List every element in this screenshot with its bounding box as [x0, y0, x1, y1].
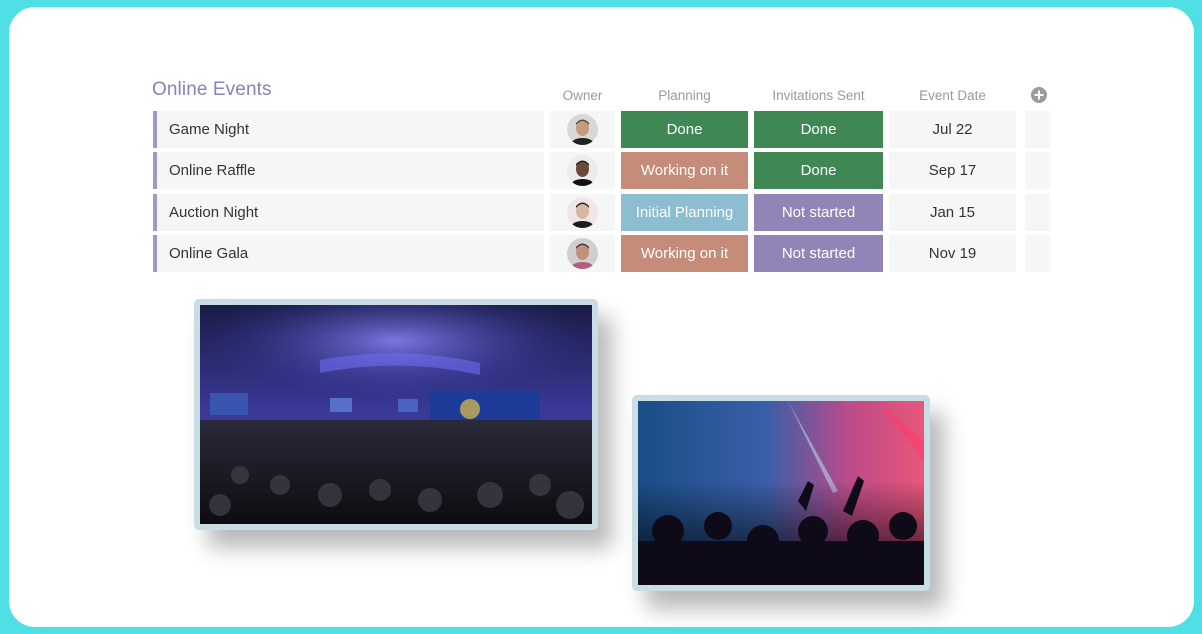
- table-row[interactable]: Auction Night Initial Planning Not start…: [0, 194, 1202, 231]
- event-name[interactable]: Online Raffle: [153, 152, 544, 189]
- owner-cell[interactable]: [550, 152, 615, 189]
- owner-cell[interactable]: [550, 111, 615, 148]
- invitations-status[interactable]: Not started: [754, 194, 883, 231]
- event-name[interactable]: Auction Night: [153, 194, 544, 231]
- concert-photo-frame: [632, 395, 930, 591]
- concert-photo: [638, 401, 924, 585]
- event-date[interactable]: Sep 17: [889, 152, 1016, 189]
- owner-avatar: [567, 155, 598, 186]
- planning-status[interactable]: Initial Planning: [621, 194, 748, 231]
- conference-photo: [200, 305, 592, 524]
- owner-avatar: [567, 197, 598, 228]
- empty-cell[interactable]: [1025, 235, 1050, 272]
- event-date[interactable]: Jul 22: [889, 111, 1016, 148]
- owner-cell[interactable]: [550, 235, 615, 272]
- event-name[interactable]: Game Night: [153, 111, 544, 148]
- column-header-invitations[interactable]: Invitations Sent: [754, 88, 883, 103]
- column-header-planning[interactable]: Planning: [621, 88, 748, 103]
- invitations-status[interactable]: Done: [754, 152, 883, 189]
- column-header-owner[interactable]: Owner: [550, 88, 615, 103]
- owner-cell[interactable]: [550, 194, 615, 231]
- owner-avatar: [567, 238, 598, 269]
- table-row[interactable]: Online Raffle Working on it Done Sep 17: [0, 152, 1202, 189]
- event-name[interactable]: Online Gala: [153, 235, 544, 272]
- invitations-status[interactable]: Not started: [754, 235, 883, 272]
- owner-avatar: [567, 114, 598, 145]
- add-column-plus-icon[interactable]: [1031, 87, 1047, 103]
- table-row[interactable]: Online Gala Working on it Not started No…: [0, 235, 1202, 272]
- event-date[interactable]: Nov 19: [889, 235, 1016, 272]
- table-row[interactable]: Game Night Done Done Jul 22: [0, 111, 1202, 148]
- planning-status[interactable]: Done: [621, 111, 748, 148]
- column-header-event-date[interactable]: Event Date: [889, 88, 1016, 103]
- planning-status[interactable]: Working on it: [621, 152, 748, 189]
- invitations-status[interactable]: Done: [754, 111, 883, 148]
- empty-cell[interactable]: [1025, 194, 1050, 231]
- conference-photo-frame: [194, 299, 598, 530]
- planning-status[interactable]: Working on it: [621, 235, 748, 272]
- board-title: Online Events: [152, 79, 272, 100]
- event-date[interactable]: Jan 15: [889, 194, 1016, 231]
- empty-cell[interactable]: [1025, 152, 1050, 189]
- empty-cell[interactable]: [1025, 111, 1050, 148]
